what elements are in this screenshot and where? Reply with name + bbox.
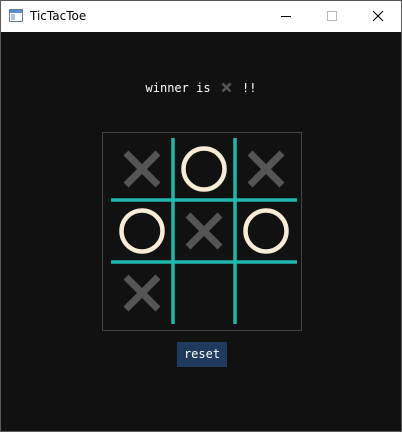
app-window-icon — [9, 9, 23, 22]
board-cell-2-3[interactable] — [235, 200, 297, 262]
status-suffix: !! — [234, 81, 257, 95]
cell-hit-area[interactable] — [173, 262, 235, 324]
board-cell-3-1[interactable] — [111, 262, 173, 324]
status-prefix: winner is — [145, 81, 218, 95]
board-cell-1-2[interactable] — [173, 138, 235, 200]
app-window: TicTacToe winner is !! reset — [0, 0, 402, 432]
minimize-icon — [281, 16, 291, 17]
board — [102, 132, 302, 331]
board-cell-2-1[interactable] — [111, 200, 173, 262]
board-cell-3-3[interactable] — [235, 262, 297, 324]
status-message: winner is !! — [1, 80, 401, 96]
cell-hit-area[interactable] — [235, 262, 297, 324]
board-canvas — [111, 138, 297, 324]
maximize-icon — [327, 11, 337, 21]
game-area: winner is !! reset — [1, 32, 401, 431]
minimize-button[interactable] — [263, 1, 309, 32]
close-button[interactable] — [355, 1, 401, 32]
board-cell-3-2[interactable] — [173, 262, 235, 324]
board-cell-1-3[interactable] — [235, 138, 297, 200]
board-cell-1-1[interactable] — [111, 138, 173, 200]
close-icon — [372, 10, 384, 22]
title-bar[interactable]: TicTacToe — [1, 1, 401, 32]
reset-button[interactable]: reset — [177, 342, 227, 367]
window-title: TicTacToe — [30, 9, 87, 23]
maximize-button[interactable] — [309, 1, 355, 32]
board-cell-2-2[interactable] — [173, 200, 235, 262]
winner-x-icon — [221, 82, 232, 93]
